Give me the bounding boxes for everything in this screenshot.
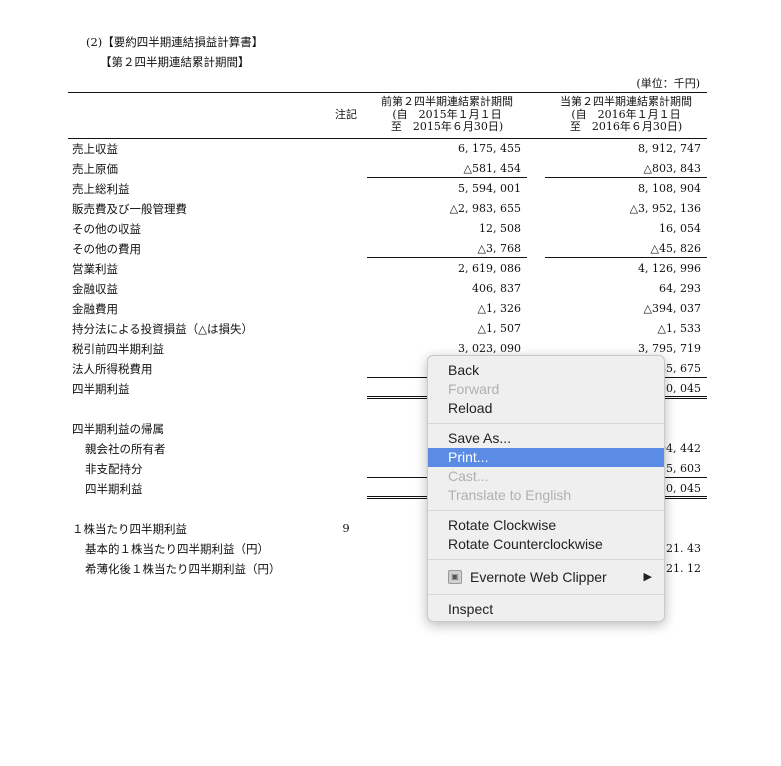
header-prev-period: 前第２四半期連結累計期間 (自 2015年１月１日 至 2015年６月30日): [367, 95, 527, 134]
table-row: 売上原価 △581, 454 △803, 843: [0, 159, 781, 179]
menu-item-label: Save As...: [448, 430, 512, 446]
menu-print[interactable]: Print...: [428, 448, 664, 467]
menu-separator: [428, 589, 664, 600]
menu-item-label: Reload: [448, 400, 493, 416]
menu-inspect[interactable]: Inspect: [428, 600, 664, 619]
row-label: 持分法による投資損益（△は損失）: [72, 322, 253, 336]
menu-item-label: Translate to English: [448, 487, 572, 503]
header-curr-period: 当第２四半期連結累計期間 (自 2016年１月１日 至 2016年６月30日): [545, 95, 707, 134]
menu-evernote-web-clipper[interactable]: ▣ Evernote Web Clipper ▶: [428, 565, 664, 589]
menu-translate: Translate to English: [428, 486, 664, 505]
menu-back[interactable]: Back: [428, 361, 664, 380]
menu-rotate-clockwise[interactable]: Rotate Clockwise: [428, 516, 664, 535]
curr-period-value: 16, 054: [659, 222, 701, 235]
table-row: 販売費及び一般管理費 △2, 983, 655 △3, 952, 136: [0, 199, 781, 219]
row-label: １株当たり四半期利益: [72, 522, 187, 536]
row-label: 法人所得税費用: [72, 362, 153, 376]
menu-forward: Forward: [428, 380, 664, 399]
row-label: 四半期利益: [85, 482, 143, 496]
menu-reload[interactable]: Reload: [428, 399, 664, 418]
curr-period-value: 8, 108, 904: [638, 182, 701, 195]
row-label: 金融費用: [72, 302, 118, 316]
table-row: その他の費用 △3, 768 △45, 826: [0, 239, 781, 259]
prev-period-value: 12, 508: [479, 222, 521, 235]
prev-period-value: 5, 594, 001: [458, 182, 521, 195]
row-label: 金融収益: [72, 282, 118, 296]
table-row: 金融収益 406, 837 64, 293: [0, 279, 781, 299]
row-label: 営業利益: [72, 262, 118, 276]
row-label: 親会社の所有者: [85, 442, 166, 456]
table-row: その他の収益 12, 508 16, 054: [0, 219, 781, 239]
row-label: 基本的１株当たり四半期利益（円）: [85, 542, 269, 556]
prev-period-value: △3, 768: [367, 239, 527, 258]
table-row: 金融費用 △1, 326 △394, 037: [0, 299, 781, 319]
table-row: 売上総利益 5, 594, 001 8, 108, 904: [0, 179, 781, 199]
table-row: 税引前四半期利益 3, 023, 090 3, 795, 719: [0, 339, 781, 359]
evernote-icon: ▣: [448, 570, 462, 585]
menu-separator: [428, 505, 664, 516]
header-curr-line-1: 当第２四半期連結累計期間: [560, 95, 692, 108]
curr-period-value: △394, 037: [643, 302, 701, 315]
row-label: 販売費及び一般管理費: [72, 202, 187, 216]
statement-subtitle: 【第２四半期連結累計期間】: [100, 55, 250, 69]
menu-item-label: Cast...: [448, 468, 489, 484]
row-label: 売上原価: [72, 162, 118, 176]
menu-separator: [428, 418, 664, 429]
menu-separator: [428, 554, 664, 565]
row-label: 売上総利益: [72, 182, 130, 196]
row-label: 税引前四半期利益: [72, 342, 164, 356]
header-prev-line-3: 至 2015年６月30日): [390, 120, 504, 133]
row-label: その他の収益: [72, 222, 141, 236]
menu-item-label: Rotate Counterclockwise: [448, 536, 603, 552]
header-note: 注記: [335, 108, 357, 121]
row-label: 四半期利益: [72, 382, 130, 396]
row-label: 希薄化後１株当たり四半期利益（円）: [85, 562, 281, 576]
prev-period-value: △581, 454: [367, 159, 527, 178]
unit-label: (単位：千円): [636, 77, 700, 90]
prev-period-value: 2, 619, 086: [458, 262, 521, 275]
table-row: 持分法による投資損益（△は損失） △1, 507 △1, 533: [0, 319, 781, 339]
prev-period-value: △1, 507: [477, 322, 521, 335]
menu-save-as[interactable]: Save As...: [428, 429, 664, 448]
curr-period-value: △803, 843: [545, 159, 707, 178]
header-prev-line-1: 前第２四半期連結累計期間: [381, 95, 513, 108]
row-label: 非支配持分: [85, 462, 143, 476]
table-row: 営業利益 2, 619, 086 4, 126, 996: [0, 259, 781, 279]
menu-cast: Cast...: [428, 467, 664, 486]
curr-period-value: 4, 126, 996: [638, 262, 701, 275]
prev-period-value: 406, 837: [472, 282, 521, 295]
curr-period-value: △3, 952, 136: [629, 202, 701, 215]
prev-period-value: △2, 983, 655: [449, 202, 521, 215]
header-top-rule: [68, 92, 707, 93]
prev-period-value: 6, 175, 455: [458, 142, 521, 155]
table-row: 売上収益 6, 175, 455 8, 912, 747: [0, 139, 781, 159]
statement-title: (2)【要約四半期連結損益計算書】: [86, 35, 264, 49]
context-menu: Back Forward Reload Save As... Print... Cast.…: [427, 355, 665, 622]
row-label: 売上収益: [72, 142, 118, 156]
curr-period-value: 64, 293: [659, 282, 701, 295]
menu-item-label: Print...: [448, 449, 489, 465]
row-label: その他の費用: [72, 242, 141, 256]
menu-item-label: Inspect: [448, 601, 494, 617]
row-label: 四半期利益の帰属: [72, 422, 164, 436]
menu-rotate-counterclockwise[interactable]: Rotate Counterclockwise: [428, 535, 664, 554]
header-curr-line-3: 至 2016年６月30日): [569, 120, 683, 133]
menu-item-label: Forward: [448, 381, 500, 397]
menu-item-label: Rotate Clockwise: [448, 517, 557, 533]
row-note: 9: [342, 521, 350, 535]
submenu-arrow-icon: ▶: [643, 571, 652, 583]
prev-period-value: △1, 326: [477, 302, 521, 315]
menu-item-label: Evernote Web Clipper: [470, 569, 607, 585]
curr-period-value: △1, 533: [657, 322, 701, 335]
curr-period-value: △45, 826: [545, 239, 707, 258]
curr-period-value: 8, 912, 747: [638, 142, 701, 155]
menu-item-label: Back: [448, 362, 480, 378]
